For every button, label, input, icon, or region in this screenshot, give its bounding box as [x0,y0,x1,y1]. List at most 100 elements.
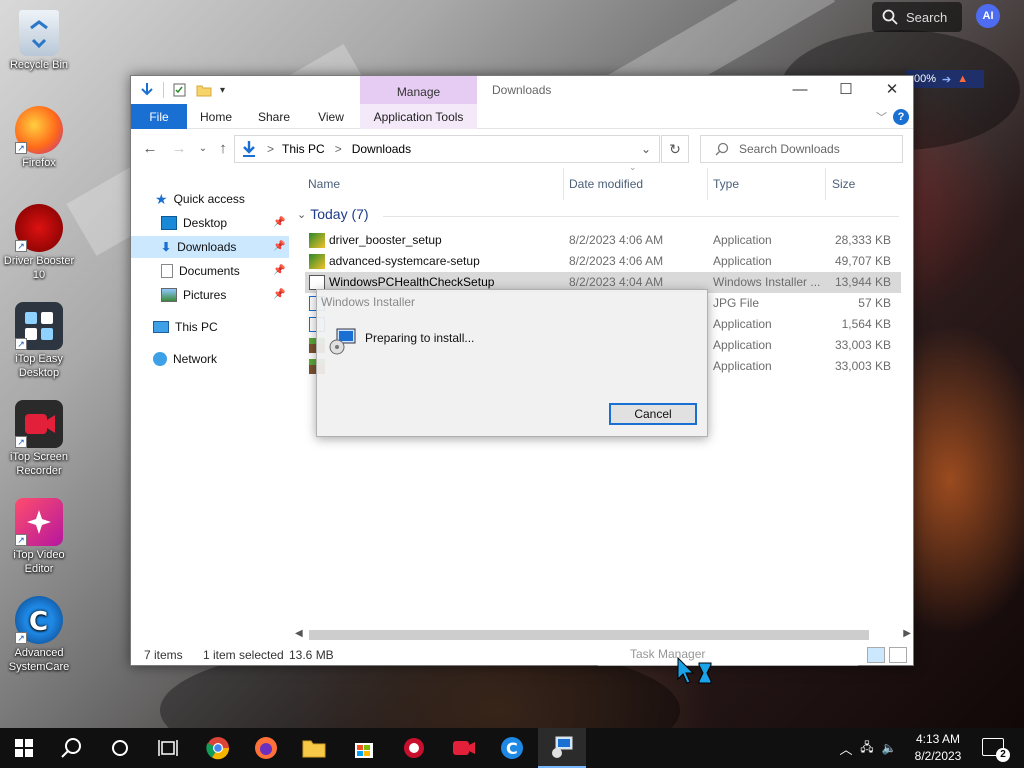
taskbar-advanced-systemcare[interactable]: C [488,728,536,768]
close-button[interactable]: ✕ [869,76,915,104]
help-icon[interactable]: ? [893,109,909,125]
windows-logo-icon [15,739,33,757]
tab-application-tools[interactable]: Application Tools [360,104,477,129]
tab-home[interactable]: Home [193,104,239,129]
forward-arrow-icon[interactable]: → [169,139,189,159]
taskbar-search-button[interactable] [48,728,96,768]
pin-icon[interactable]: 📌 [273,217,285,228]
taskbar-file-explorer[interactable] [290,728,338,768]
windows-installer-dialog: Windows Installer Preparing to install..… [316,289,708,437]
new-folder-icon[interactable] [196,82,212,98]
tab-file[interactable]: File [131,104,187,129]
tab-manage[interactable]: Manage [360,76,477,104]
nav-desktop[interactable]: Desktop 📌 [161,212,287,234]
file-date: 8/2/2023 4:06 AM [569,233,664,247]
desktop-icon-label: iTop Easy Desktop [15,353,63,379]
show-hidden-icons-chevron-icon[interactable]: ︿ [836,739,856,758]
desktop-icon-firefox[interactable]: ↗ Firefox [0,106,78,170]
table-row[interactable]: driver_booster_setup 8/2/2023 4:06 AM Ap… [305,230,901,251]
title-bar: ▾ Manage Downloads — ☐ ✕ [131,76,913,104]
shortcut-arrow-icon: ↗ [15,632,27,644]
nav-this-pc[interactable]: This PC [153,316,218,338]
taskbar-driver-booster[interactable] [390,728,438,768]
desktop-search-widget[interactable]: Search [872,2,962,32]
pin-icon[interactable]: 📌 [273,241,285,252]
back-arrow-icon[interactable]: ← [140,139,160,159]
file-type: Windows Installer ... [713,275,821,289]
desktop-icon-itop-easy-desktop[interactable]: ↗ iTop Easy Desktop [0,302,78,380]
start-button[interactable] [0,728,48,768]
taskbar-windows-installer[interactable] [538,728,586,768]
file-size: 1,564 KB [841,317,891,331]
address-dropdown-chevron-icon[interactable]: ⌄ [641,142,651,156]
ribbon-expand-chevron-icon[interactable]: ﹀ [876,109,887,125]
nav-quick-access[interactable]: ★ Quick access [155,188,245,210]
breadcrumb-this-pc[interactable]: This PC [282,142,325,156]
volume-icon[interactable]: 🔈 [878,741,900,755]
taskbar-firefox[interactable] [242,728,290,768]
properties-icon[interactable] [172,82,188,98]
desktop-icon-itop-video-editor[interactable]: ↗ iTop Video Editor [0,498,78,576]
group-header-today[interactable]: ⌄ Today (7) [297,206,369,222]
taskbar-store[interactable] [340,728,388,768]
column-header-size[interactable]: Size [815,168,895,200]
recent-locations-chevron-icon[interactable]: ⌄ [193,139,213,159]
address-bar[interactable]: > This PC > Downloads ⌄ [234,135,660,163]
tab-view[interactable]: View [309,104,353,129]
cancel-button[interactable]: Cancel [609,403,697,425]
desktop-icon-itop-screen-recorder[interactable]: ↗ iTop Screen Recorder [0,400,78,478]
nav-network[interactable]: Network [153,348,217,370]
installer-computer-icon [552,736,573,758]
folder-icon [302,740,326,758]
minimize-button[interactable]: — [777,76,823,104]
scroll-left-icon[interactable]: ◀ [295,628,303,639]
nav-downloads[interactable]: ⬇ Downloads 📌 [131,236,289,258]
taskbar: C ︿ 🖧 🔈 4:13 AM 8/2/2023 2 [0,728,1024,768]
taskbar-chrome[interactable] [194,728,242,768]
table-row[interactable]: advanced-systemcare-setup 8/2/2023 4:06 … [305,251,901,272]
store-bag-icon [355,743,373,758]
advanced-systemcare-icon: C ↗ [15,596,63,644]
desktop-search-label: Search [906,9,948,25]
tab-share[interactable]: Share [251,104,297,129]
scrollbar-thumb[interactable] [309,630,869,640]
horizontal-scrollbar[interactable]: ◀ ▶ [293,628,913,642]
file-name: driver_booster_setup [329,233,442,247]
taskbar-itop-screen-recorder[interactable] [440,728,488,768]
large-icons-view-icon[interactable] [889,647,907,663]
customize-qat-icon[interactable]: ▾ [220,85,225,96]
notification-center-icon[interactable]: 2 [982,738,1010,762]
column-header-name[interactable]: Name [291,168,563,200]
breadcrumb-downloads[interactable]: Downloads [352,142,411,156]
recycle-bin-icon [19,10,59,56]
nav-pictures[interactable]: Pictures 📌 [161,284,287,306]
pin-icon[interactable]: 📌 [273,265,285,276]
task-view-button[interactable] [144,728,192,768]
search-downloads-input[interactable]: Search Downloads [700,135,903,163]
taskbar-clock[interactable]: 4:13 AM 8/2/2023 [902,731,974,765]
desktop-icon-driver-booster[interactable]: ↗ Driver Booster 10 [0,204,78,282]
network-icon[interactable]: 🖧 [856,738,878,759]
up-arrow-icon[interactable]: ↑ [213,139,233,159]
desktop-icon-recycle-bin[interactable]: Recycle Bin [0,10,78,72]
file-size: 57 KB [858,296,891,310]
breadcrumb-separator: > [334,142,342,156]
file-type: Application [713,233,772,247]
breadcrumb-separator: > [267,142,275,156]
task-manager-ghost-tooltip: Task Manager [598,642,858,666]
ai-assistant-button[interactable]: AI [976,4,1000,28]
scroll-right-icon[interactable]: ▶ [903,628,911,639]
column-header-type[interactable]: Type [696,168,814,200]
maximize-button[interactable]: ☐ [823,76,869,104]
desktop-icon-label: Advanced SystemCare [8,647,70,673]
details-view-icon[interactable] [867,647,885,663]
column-header-date[interactable]: Date modified [552,168,692,200]
nav-documents[interactable]: Documents 📌 [161,260,287,282]
ribbon-tabs: File Home Share View Application Tools ﹀… [131,104,913,129]
clock-time: 4:13 AM [915,732,961,746]
cortana-button[interactable] [96,728,144,768]
pin-icon[interactable]: 📌 [273,289,285,300]
desktop-icon-advanced-systemcare[interactable]: C ↗ Advanced SystemCare [0,596,78,674]
documents-icon [161,264,173,278]
refresh-button[interactable]: ↻ [661,135,689,163]
